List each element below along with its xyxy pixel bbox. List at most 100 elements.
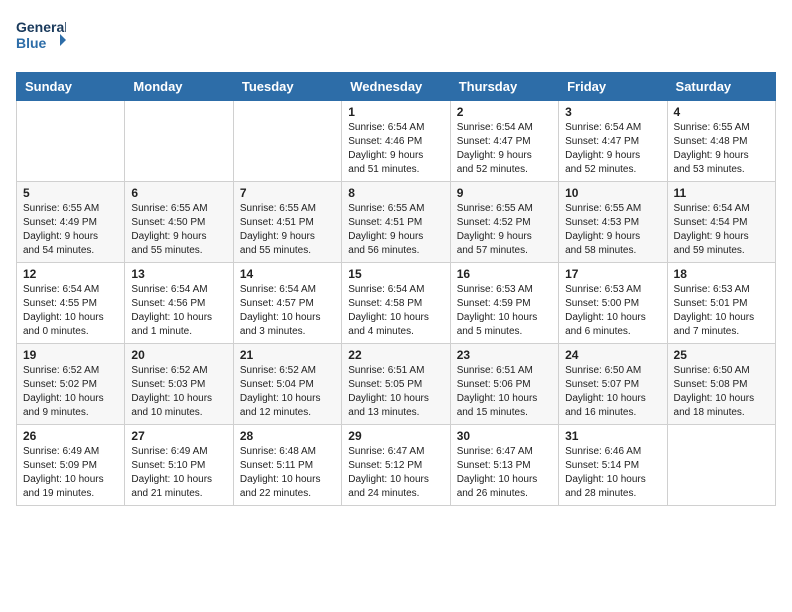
day-cell: 15 Sunrise: 6:54 AM Sunset: 4:58 PM Dayli… bbox=[342, 263, 450, 344]
day-info: Sunrise: 6:50 AM Sunset: 5:08 PM Dayligh… bbox=[674, 364, 769, 420]
day-info: Sunrise: 6:47 AM Sunset: 5:13 PM Dayligh… bbox=[457, 445, 552, 501]
day-cell: 12Sunrise: 6:54 AM Sunset: 4:55 PM Dayli… bbox=[17, 263, 125, 344]
day-cell: 23Sunrise: 6:51 AM Sunset: 5:06 PM Dayli… bbox=[450, 344, 558, 425]
week-row-5: 26 Sunrise: 6:49 AM Sunset: 5:09 PM Dayli… bbox=[17, 425, 776, 506]
day-cell: 18 Sunrise: 6:53 AM Sunset: 5:01 PM Dayli… bbox=[667, 263, 775, 344]
svg-text:General: General bbox=[16, 19, 66, 35]
day-info: Sunrise: 6:53 AM Sunset: 4:59 PM Dayligh… bbox=[457, 283, 552, 339]
calendar-body: 1 Sunrise: 6:54 AM Sunset: 4:46 PM Daylig… bbox=[17, 101, 776, 506]
day-cell: 17 Sunrise: 6:53 AM Sunset: 5:00 PM Dayli… bbox=[559, 263, 667, 344]
day-cell: 10 Sunrise: 6:55 AM Sunset: 4:53 PM Dayli… bbox=[559, 182, 667, 263]
day-info: Sunrise: 6:50 AM Sunset: 5:07 PM Dayligh… bbox=[565, 364, 660, 420]
day-number: 28 bbox=[240, 429, 335, 443]
day-info: Sunrise: 6:54 AM Sunset: 4:54 PM Dayligh… bbox=[674, 202, 769, 258]
day-info: Sunrise: 6:53 AM Sunset: 5:01 PM Dayligh… bbox=[674, 283, 769, 339]
day-cell: 7 Sunrise: 6:55 AM Sunset: 4:51 PM Daylig… bbox=[233, 182, 341, 263]
day-info: Sunrise: 6:54 AM Sunset: 4:57 PM Dayligh… bbox=[240, 283, 335, 339]
day-info: Sunrise: 6:46 AM Sunset: 5:14 PM Dayligh… bbox=[565, 445, 660, 501]
day-number: 25 bbox=[674, 348, 769, 362]
page-header: General Blue bbox=[16, 16, 776, 60]
day-cell: 13Sunrise: 6:54 AM Sunset: 4:56 PM Dayli… bbox=[125, 263, 233, 344]
day-info: Sunrise: 6:49 AM Sunset: 5:09 PM Dayligh… bbox=[23, 445, 118, 501]
day-info: Sunrise: 6:52 AM Sunset: 5:03 PM Dayligh… bbox=[131, 364, 226, 420]
day-number: 18 bbox=[674, 267, 769, 281]
day-cell: 14 Sunrise: 6:54 AM Sunset: 4:57 PM Dayli… bbox=[233, 263, 341, 344]
day-number: 23 bbox=[457, 348, 552, 362]
day-info: Sunrise: 6:47 AM Sunset: 5:12 PM Dayligh… bbox=[348, 445, 443, 501]
day-cell: 6Sunrise: 6:55 AM Sunset: 4:50 PM Daylig… bbox=[125, 182, 233, 263]
day-number: 14 bbox=[240, 267, 335, 281]
day-cell: 19Sunrise: 6:52 AM Sunset: 5:02 PM Dayli… bbox=[17, 344, 125, 425]
day-info: Sunrise: 6:54 AM Sunset: 4:47 PM Dayligh… bbox=[565, 121, 660, 177]
week-row-4: 19Sunrise: 6:52 AM Sunset: 5:02 PM Dayli… bbox=[17, 344, 776, 425]
day-info: Sunrise: 6:53 AM Sunset: 5:00 PM Dayligh… bbox=[565, 283, 660, 339]
logo-svg: General Blue bbox=[16, 16, 66, 60]
day-number: 20 bbox=[131, 348, 226, 362]
day-number: 8 bbox=[348, 186, 443, 200]
day-number: 2 bbox=[457, 105, 552, 119]
day-info: Sunrise: 6:55 AM Sunset: 4:51 PM Dayligh… bbox=[348, 202, 443, 258]
day-number: 19 bbox=[23, 348, 118, 362]
day-cell: 2 Sunrise: 6:54 AM Sunset: 4:47 PM Daylig… bbox=[450, 101, 558, 182]
day-number: 10 bbox=[565, 186, 660, 200]
day-cell: 9Sunrise: 6:55 AM Sunset: 4:52 PM Daylig… bbox=[450, 182, 558, 263]
week-row-2: 5 Sunrise: 6:55 AM Sunset: 4:49 PM Daylig… bbox=[17, 182, 776, 263]
day-cell: 28Sunrise: 6:48 AM Sunset: 5:11 PM Dayli… bbox=[233, 425, 341, 506]
day-cell bbox=[125, 101, 233, 182]
week-row-3: 12Sunrise: 6:54 AM Sunset: 4:55 PM Dayli… bbox=[17, 263, 776, 344]
day-number: 11 bbox=[674, 186, 769, 200]
weekday-header-thursday: Thursday bbox=[450, 73, 558, 101]
day-info: Sunrise: 6:54 AM Sunset: 4:55 PM Dayligh… bbox=[23, 283, 118, 339]
day-cell bbox=[667, 425, 775, 506]
weekday-header-friday: Friday bbox=[559, 73, 667, 101]
day-number: 29 bbox=[348, 429, 443, 443]
day-cell: 3 Sunrise: 6:54 AM Sunset: 4:47 PM Daylig… bbox=[559, 101, 667, 182]
calendar: SundayMondayTuesdayWednesdayThursdayFrid… bbox=[16, 72, 776, 506]
day-number: 21 bbox=[240, 348, 335, 362]
svg-text:Blue: Blue bbox=[16, 35, 47, 51]
day-number: 17 bbox=[565, 267, 660, 281]
day-number: 13 bbox=[131, 267, 226, 281]
day-number: 30 bbox=[457, 429, 552, 443]
day-number: 31 bbox=[565, 429, 660, 443]
day-number: 5 bbox=[23, 186, 118, 200]
day-number: 24 bbox=[565, 348, 660, 362]
day-cell bbox=[17, 101, 125, 182]
day-number: 26 bbox=[23, 429, 118, 443]
logo: General Blue bbox=[16, 16, 66, 60]
day-cell: 22 Sunrise: 6:51 AM Sunset: 5:05 PM Dayli… bbox=[342, 344, 450, 425]
day-number: 16 bbox=[457, 267, 552, 281]
day-info: Sunrise: 6:49 AM Sunset: 5:10 PM Dayligh… bbox=[131, 445, 226, 501]
day-info: Sunrise: 6:55 AM Sunset: 4:49 PM Dayligh… bbox=[23, 202, 118, 258]
day-cell: 27 Sunrise: 6:49 AM Sunset: 5:10 PM Dayli… bbox=[125, 425, 233, 506]
day-info: Sunrise: 6:54 AM Sunset: 4:46 PM Dayligh… bbox=[348, 121, 443, 177]
day-cell: 30 Sunrise: 6:47 AM Sunset: 5:13 PM Dayli… bbox=[450, 425, 558, 506]
weekday-header-sunday: Sunday bbox=[17, 73, 125, 101]
weekday-header-saturday: Saturday bbox=[667, 73, 775, 101]
day-number: 22 bbox=[348, 348, 443, 362]
day-cell: 5 Sunrise: 6:55 AM Sunset: 4:49 PM Daylig… bbox=[17, 182, 125, 263]
day-info: Sunrise: 6:52 AM Sunset: 5:04 PM Dayligh… bbox=[240, 364, 335, 420]
day-cell: 11 Sunrise: 6:54 AM Sunset: 4:54 PM Dayli… bbox=[667, 182, 775, 263]
day-number: 1 bbox=[348, 105, 443, 119]
week-row-1: 1 Sunrise: 6:54 AM Sunset: 4:46 PM Daylig… bbox=[17, 101, 776, 182]
day-cell: 4Sunrise: 6:55 AM Sunset: 4:48 PM Daylig… bbox=[667, 101, 775, 182]
day-info: Sunrise: 6:54 AM Sunset: 4:58 PM Dayligh… bbox=[348, 283, 443, 339]
day-cell: 29 Sunrise: 6:47 AM Sunset: 5:12 PM Dayli… bbox=[342, 425, 450, 506]
day-number: 15 bbox=[348, 267, 443, 281]
day-info: Sunrise: 6:54 AM Sunset: 4:47 PM Dayligh… bbox=[457, 121, 552, 177]
day-cell: 1 Sunrise: 6:54 AM Sunset: 4:46 PM Daylig… bbox=[342, 101, 450, 182]
day-info: Sunrise: 6:55 AM Sunset: 4:51 PM Dayligh… bbox=[240, 202, 335, 258]
day-number: 6 bbox=[131, 186, 226, 200]
day-number: 9 bbox=[457, 186, 552, 200]
day-info: Sunrise: 6:51 AM Sunset: 5:05 PM Dayligh… bbox=[348, 364, 443, 420]
day-cell: 21 Sunrise: 6:52 AM Sunset: 5:04 PM Dayli… bbox=[233, 344, 341, 425]
day-cell: 24 Sunrise: 6:50 AM Sunset: 5:07 PM Dayli… bbox=[559, 344, 667, 425]
weekday-header-tuesday: Tuesday bbox=[233, 73, 341, 101]
day-info: Sunrise: 6:55 AM Sunset: 4:53 PM Dayligh… bbox=[565, 202, 660, 258]
day-number: 4 bbox=[674, 105, 769, 119]
weekday-header-monday: Monday bbox=[125, 73, 233, 101]
day-number: 7 bbox=[240, 186, 335, 200]
day-number: 3 bbox=[565, 105, 660, 119]
day-number: 27 bbox=[131, 429, 226, 443]
